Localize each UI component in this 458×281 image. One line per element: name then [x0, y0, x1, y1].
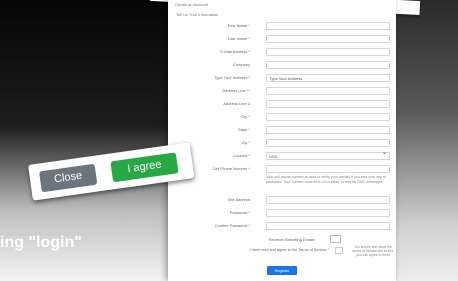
background-right: [395, 0, 458, 281]
first-name-field[interactable]: [266, 22, 390, 30]
cell-phone-row: Cell Phone Number *: [170, 165, 390, 174]
state-field[interactable]: [266, 126, 390, 134]
cell-phone-field[interactable]: [266, 165, 390, 173]
address-line1-field[interactable]: [266, 87, 390, 95]
address-search-row: Type Your Address * Type Your Address: [170, 74, 390, 83]
state-label: State *: [237, 127, 250, 132]
address-line2-row: Address Line 2: [170, 100, 390, 109]
country-label: Country *: [233, 153, 250, 158]
first-name-row: First Name *: [170, 22, 390, 31]
last-name-field[interactable]: [266, 35, 390, 43]
address-line2-field[interactable]: [266, 100, 390, 108]
city-row: City *: [170, 113, 390, 122]
section-heading: Tell Us Your Information: [176, 12, 219, 17]
agree-button[interactable]: I agree: [110, 152, 179, 183]
address-line1-label: Address Line **: [222, 88, 250, 93]
marketing-checkbox[interactable]: [330, 235, 341, 243]
terms-checkbox[interactable]: [335, 247, 343, 254]
state-row: State *: [170, 126, 390, 135]
company-row: Company: [170, 61, 390, 70]
terms-note: You should first study the terms of Serv…: [352, 245, 394, 257]
address-search-field[interactable]: Type Your Address: [266, 74, 390, 82]
address-line1-row: Address Line **: [170, 87, 390, 96]
cell-phone-label: Cell Phone Number *: [212, 166, 250, 171]
confirm-password-label: Confirm Password *: [214, 223, 250, 228]
last-name-row: Last Name *: [170, 35, 390, 44]
zip-row: Zip *: [170, 139, 390, 148]
address-search-label: Type Your Address *: [213, 75, 250, 80]
city-field[interactable]: [266, 113, 390, 121]
last-name-label: Last Name *: [227, 36, 250, 41]
page-title: Create an Account: [175, 2, 208, 7]
password-row: Password *: [170, 209, 390, 218]
site-address-label: Site Address: [227, 197, 250, 202]
address-line2-label: Address Line 2: [223, 101, 250, 106]
confirm-password-field[interactable]: [266, 222, 390, 230]
first-name-label: First Name *: [227, 23, 250, 28]
zip-label: Zip *: [241, 140, 250, 145]
email-row: E-Mail Address *: [170, 48, 390, 57]
zip-field[interactable]: [266, 139, 390, 147]
password-label: Password *: [229, 210, 250, 215]
terms-label: I have read and agree to the Terms of Se…: [249, 248, 330, 252]
close-button[interactable]: Close: [39, 163, 98, 193]
register-button[interactable]: Register: [267, 266, 297, 275]
country-select[interactable]: USA: [266, 151, 390, 160]
site-address-field[interactable]: [266, 196, 390, 204]
company-label: Company: [232, 62, 250, 67]
site-address-row: Site Address: [170, 196, 390, 205]
caption-text: ing "login": [0, 234, 82, 251]
country-row: Country * USA: [170, 151, 390, 161]
password-field[interactable]: [266, 209, 390, 217]
email-label: E-Mail Address *: [220, 49, 250, 54]
company-field[interactable]: [266, 61, 390, 69]
cell-phone-notice: Your cell phone number is used to verify…: [266, 175, 387, 184]
confirm-password-row: Confirm Password *: [170, 222, 390, 231]
city-label: City *: [240, 114, 250, 119]
email-field[interactable]: [266, 48, 390, 56]
marketing-label: Receive Marketing Emails: [268, 237, 315, 242]
